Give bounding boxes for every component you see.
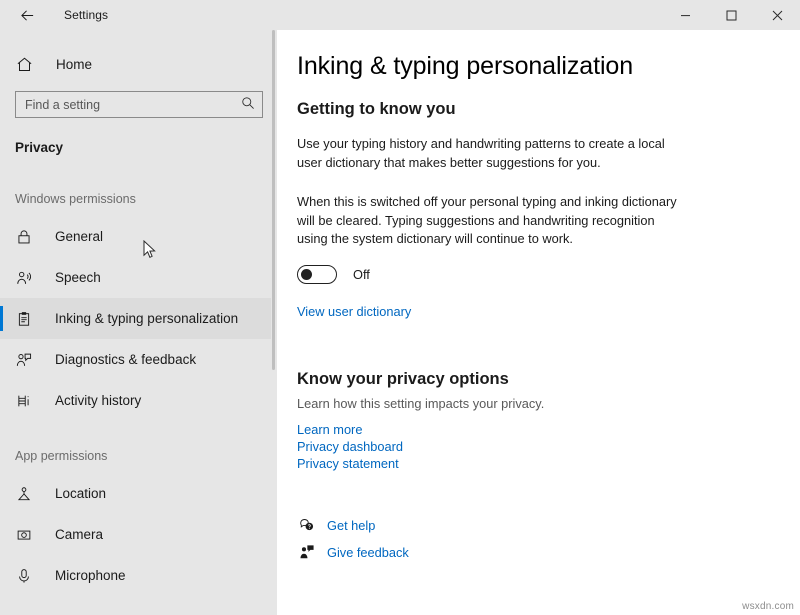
sidebar-item-general[interactable]: General bbox=[0, 216, 277, 257]
activity-history-icon bbox=[15, 393, 33, 409]
sidebar-item-label: Location bbox=[55, 486, 106, 501]
sidebar-item-label: Microphone bbox=[55, 568, 126, 583]
sidebar: Home Privacy Windows permissions bbox=[0, 30, 277, 615]
toggle-state-label: Off bbox=[353, 267, 370, 282]
sidebar-nav-app-permissions: Location Camera bbox=[0, 473, 277, 596]
give-feedback-row[interactable]: Give feedback bbox=[297, 539, 780, 566]
sidebar-scrollbar-thumb[interactable] bbox=[272, 30, 275, 370]
sidebar-group-label-app-permissions: App permissions bbox=[15, 449, 277, 463]
settings-window: Settings bbox=[0, 0, 800, 615]
sidebar-item-activity-history[interactable]: Activity history bbox=[0, 380, 277, 421]
speech-person-icon bbox=[15, 270, 33, 286]
page-title: Inking & typing personalization bbox=[297, 52, 780, 81]
padlock-icon bbox=[15, 229, 33, 245]
feedback-person-icon bbox=[297, 544, 317, 560]
sidebar-group-label-windows-permissions: Windows permissions bbox=[15, 192, 277, 206]
location-pin-icon bbox=[15, 486, 33, 502]
clipboard-icon bbox=[15, 311, 33, 327]
sidebar-item-label: Activity history bbox=[55, 393, 141, 408]
section-heading-privacy-options: Know your privacy options bbox=[297, 370, 780, 389]
microphone-icon bbox=[15, 568, 33, 584]
description-paragraph-1: Use your typing history and handwriting … bbox=[297, 135, 681, 172]
title-bar-left: Settings bbox=[0, 0, 108, 30]
helper-links: Get help Give feedback bbox=[297, 512, 780, 566]
sidebar-item-inking-typing-personalization[interactable]: Inking & typing personalization bbox=[0, 298, 277, 339]
search-input[interactable] bbox=[16, 92, 262, 117]
privacy-statement-link[interactable]: Privacy statement bbox=[297, 455, 780, 472]
section-heading-getting-to-know-you: Getting to know you bbox=[297, 100, 780, 119]
minimize-button[interactable] bbox=[662, 0, 708, 30]
toggle-knob bbox=[301, 269, 312, 280]
sidebar-item-microphone[interactable]: Microphone bbox=[0, 555, 277, 596]
view-user-dictionary-link[interactable]: View user dictionary bbox=[297, 303, 411, 320]
camera-icon bbox=[15, 527, 33, 543]
home-icon bbox=[16, 56, 36, 73]
sidebar-item-label: Camera bbox=[55, 527, 103, 542]
sidebar-item-diagnostics-feedback[interactable]: Diagnostics & feedback bbox=[0, 339, 277, 380]
description-paragraph-2: When this is switched off your personal … bbox=[297, 193, 681, 249]
sidebar-item-home[interactable]: Home bbox=[0, 47, 277, 81]
title-bar: Settings bbox=[0, 0, 800, 30]
privacy-links: Learn more Privacy dashboard Privacy sta… bbox=[297, 421, 780, 472]
sidebar-item-speech[interactable]: Speech bbox=[0, 257, 277, 298]
give-feedback-link[interactable]: Give feedback bbox=[327, 544, 409, 561]
window-controls bbox=[662, 0, 800, 30]
main-content: Inking & typing personalization Getting … bbox=[277, 30, 800, 615]
get-help-row[interactable]: Get help bbox=[297, 512, 780, 539]
privacy-dashboard-link[interactable]: Privacy dashboard bbox=[297, 438, 780, 455]
person-feedback-icon bbox=[15, 352, 33, 368]
sidebar-item-label: Inking & typing personalization bbox=[55, 311, 238, 326]
app-title: Settings bbox=[64, 8, 108, 22]
privacy-description: Learn how this setting impacts your priv… bbox=[297, 396, 780, 411]
inking-typing-toggle-row: Off bbox=[297, 264, 780, 286]
sidebar-category-title: Privacy bbox=[15, 140, 277, 155]
sidebar-item-camera[interactable]: Camera bbox=[0, 514, 277, 555]
maximize-button[interactable] bbox=[708, 0, 754, 30]
sidebar-item-label: Diagnostics & feedback bbox=[55, 352, 196, 367]
close-button[interactable] bbox=[754, 0, 800, 30]
sidebar-nav-windows-permissions: General Speech bbox=[0, 216, 277, 421]
home-label: Home bbox=[56, 57, 92, 72]
sidebar-item-location[interactable]: Location bbox=[0, 473, 277, 514]
back-arrow-icon[interactable] bbox=[12, 3, 42, 27]
sidebar-item-label: Speech bbox=[55, 270, 101, 285]
learn-more-link[interactable]: Learn more bbox=[297, 421, 780, 438]
watermark: wsxdn.com bbox=[742, 601, 794, 612]
help-bubble-icon bbox=[297, 517, 317, 533]
get-help-link[interactable]: Get help bbox=[327, 517, 375, 534]
search-icon bbox=[241, 96, 255, 115]
search-box[interactable] bbox=[15, 91, 263, 118]
sidebar-item-label: General bbox=[55, 229, 103, 244]
inking-typing-toggle[interactable] bbox=[297, 265, 337, 284]
